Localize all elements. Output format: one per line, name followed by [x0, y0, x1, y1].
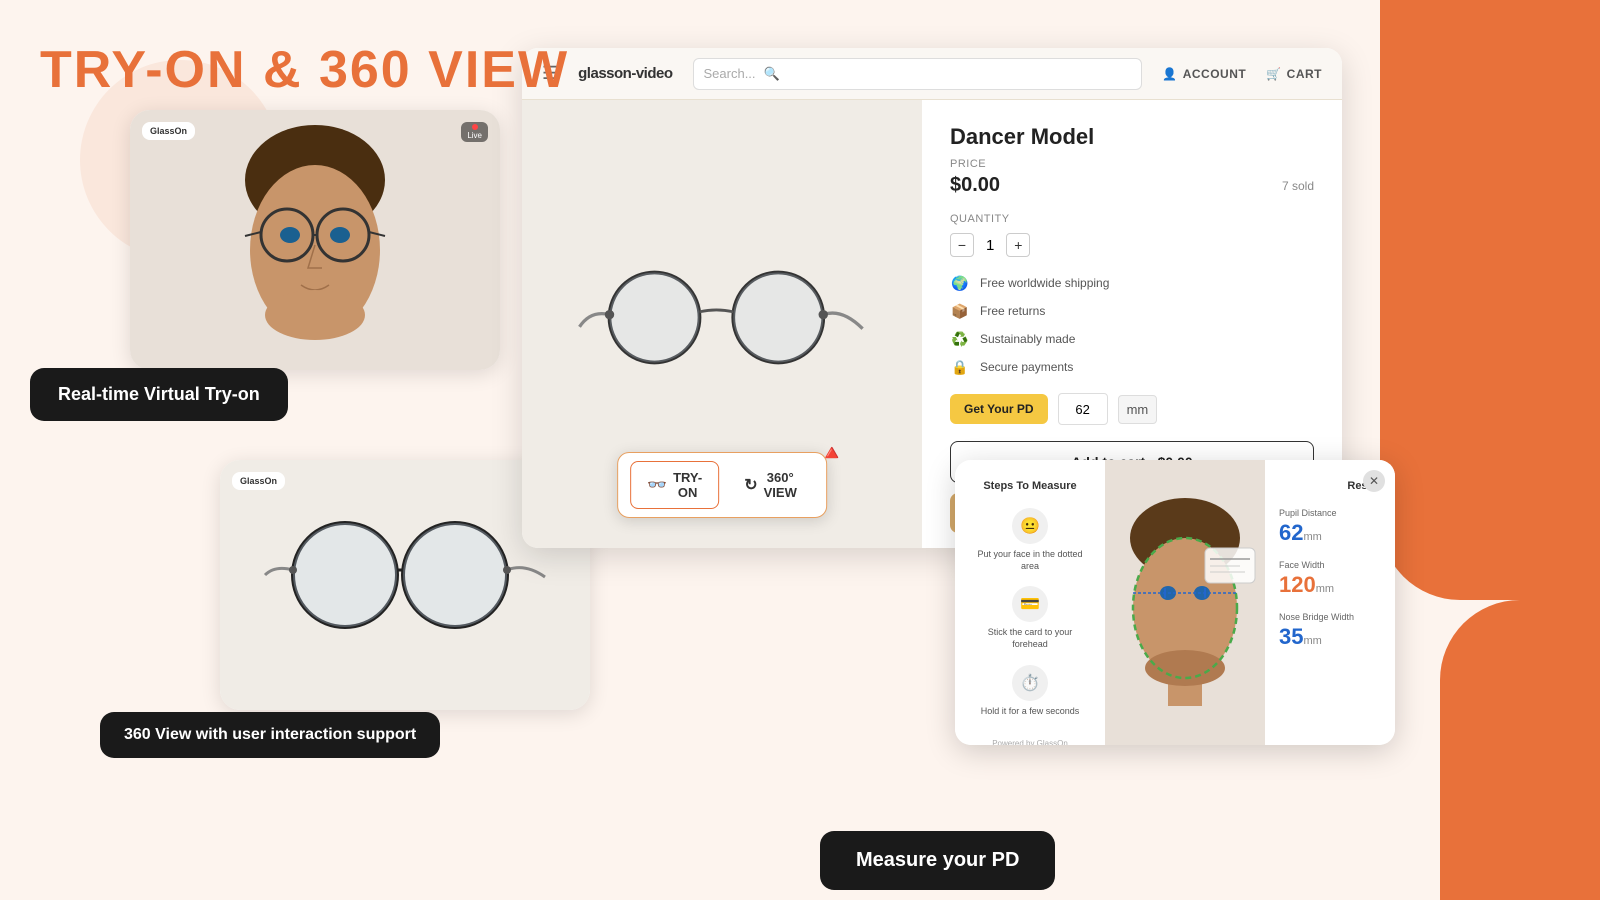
tryon-button-icon: 👓 [647, 475, 667, 495]
face-width-value: 120mm [1279, 572, 1381, 598]
get-pd-button[interactable]: Get Your PD [950, 394, 1048, 424]
quantity-increase-button[interactable]: + [1006, 233, 1030, 257]
nav-logo: glasson-video [578, 65, 672, 82]
tryon-button[interactable]: 👓 TRY-ON [630, 461, 719, 509]
face-width-result: Face Width 120mm [1279, 560, 1381, 598]
glasson-logo-360: GlassOn [232, 472, 285, 490]
nav-right-actions: 👤 ACCOUNT 🛒 CART [1162, 67, 1322, 81]
pupil-distance-result: Pupil Distance 62mm [1279, 508, 1381, 546]
feature-item-sustainable: ♻️ Sustainably made [950, 329, 1314, 349]
cart-link[interactable]: 🛒 CART [1266, 67, 1322, 81]
face-width-label: Face Width [1279, 560, 1381, 570]
product-price: $0.00 [950, 174, 1000, 197]
shipping-icon: 🌍 [950, 273, 970, 293]
view360-button[interactable]: ↻ 360° VIEW [727, 461, 814, 509]
step3-text: Hold it for a few seconds [981, 706, 1080, 718]
feature-item-shipping: 🌍 Free worldwide shipping [950, 273, 1314, 293]
product-name: Dancer Model [950, 124, 1314, 150]
step2-icon: 💳 [1012, 586, 1048, 622]
pd-step-3: ⏱️ Hold it for a few seconds [971, 665, 1089, 718]
pupil-distance-label: Pupil Distance [1279, 508, 1381, 518]
account-link[interactable]: 👤 ACCOUNT [1162, 67, 1246, 81]
quantity-control: − 1 + [950, 233, 1314, 257]
product-glasses-svg [572, 259, 872, 389]
tryon-caption-label: Real-time Virtual Try-on [30, 368, 288, 421]
pd-steps-section: Steps To Measure 😐 Put your face in the … [955, 460, 1105, 745]
pupil-distance-value: 62mm [1279, 520, 1381, 546]
nose-bridge-label: Nose Bridge Width [1279, 612, 1381, 622]
view360-caption-label: 360 View with user interaction support [100, 712, 440, 758]
search-icon: 🔍 [764, 66, 780, 82]
panel-close-button[interactable]: ✕ [1363, 470, 1385, 492]
pd-step-2: 💳 Stick the card to your forehead [971, 586, 1089, 650]
facebook-icon: f [950, 547, 953, 548]
measure-pd-caption-label: Measure your PD [820, 831, 1055, 890]
quantity-decrease-button[interactable]: − [950, 233, 974, 257]
tryon-face-svg [205, 120, 425, 360]
bg-orange-shape-bottom [1440, 600, 1600, 900]
glasses-360-svg [255, 505, 555, 665]
search-placeholder: Search... [704, 66, 756, 81]
feature-item-payments: 🔒 Secure payments [950, 357, 1314, 377]
pd-panel-content: Steps To Measure 😐 Put your face in the … [955, 460, 1395, 745]
sustainable-icon: ♻️ [950, 329, 970, 349]
pd-unit: mm [1118, 395, 1158, 424]
search-bar[interactable]: Search... 🔍 [693, 58, 1143, 90]
cart-icon: 🛒 [1266, 67, 1281, 81]
pd-face-svg [1110, 493, 1260, 713]
live-badge: Live [461, 122, 488, 142]
product-image [552, 224, 892, 424]
step2-text: Stick the card to your forehead [971, 627, 1089, 650]
payments-icon: 🔒 [950, 357, 970, 377]
pd-measure-panel: ✕ Steps To Measure 😐 Put your face in th… [955, 460, 1395, 745]
pd-face-section [1105, 460, 1265, 745]
pd-section: Get Your PD mm [950, 393, 1314, 425]
quantity-label: Quantity [950, 213, 1314, 225]
powered-by-label: Powered by GlassOn [971, 731, 1089, 745]
account-icon: 👤 [1162, 67, 1177, 81]
browser-nav: ☰ glasson-video Search... 🔍 👤 ACCOUNT 🛒 … [522, 48, 1342, 100]
cursor-arrow-decoration: 🔺 [818, 440, 845, 862]
step3-icon: ⏱️ [1012, 665, 1048, 701]
view-buttons-container: 👓 TRY-ON ↻ 360° VIEW [617, 452, 827, 518]
feature-item-returns: 📦 Free returns [950, 301, 1314, 321]
step1-text: Put your face in the dotted area [971, 549, 1089, 572]
tryon-card: GlassOn Live [130, 110, 500, 370]
quantity-value: 1 [986, 237, 994, 254]
feature-list: 🌍 Free worldwide shipping 📦 Free returns… [950, 273, 1314, 377]
bg-orange-shape-right [1380, 0, 1600, 600]
product-image-section: 👓 TRY-ON ↻ 360° VIEW [522, 100, 922, 548]
step1-icon: 😐 [1012, 508, 1048, 544]
page-title: TRY-ON & 360 VIEW [40, 40, 569, 100]
steps-title: Steps To Measure [971, 480, 1089, 492]
product-price-label: Price [950, 158, 1314, 170]
nose-bridge-value: 35mm [1279, 624, 1381, 650]
glasson-logo-tryon: GlassOn [142, 122, 195, 140]
product-sold-count: 7 sold [1282, 179, 1314, 193]
pd-input[interactable] [1058, 393, 1108, 425]
nose-bridge-result: Nose Bridge Width 35mm [1279, 612, 1381, 650]
product-price-row: $0.00 7 sold [950, 174, 1314, 197]
view360-button-icon: ↻ [744, 475, 757, 495]
pd-results-section: Result Pupil Distance 62mm Face Width 12… [1265, 460, 1395, 745]
pd-step-1: 😐 Put your face in the dotted area [971, 508, 1089, 572]
returns-icon: 📦 [950, 301, 970, 321]
